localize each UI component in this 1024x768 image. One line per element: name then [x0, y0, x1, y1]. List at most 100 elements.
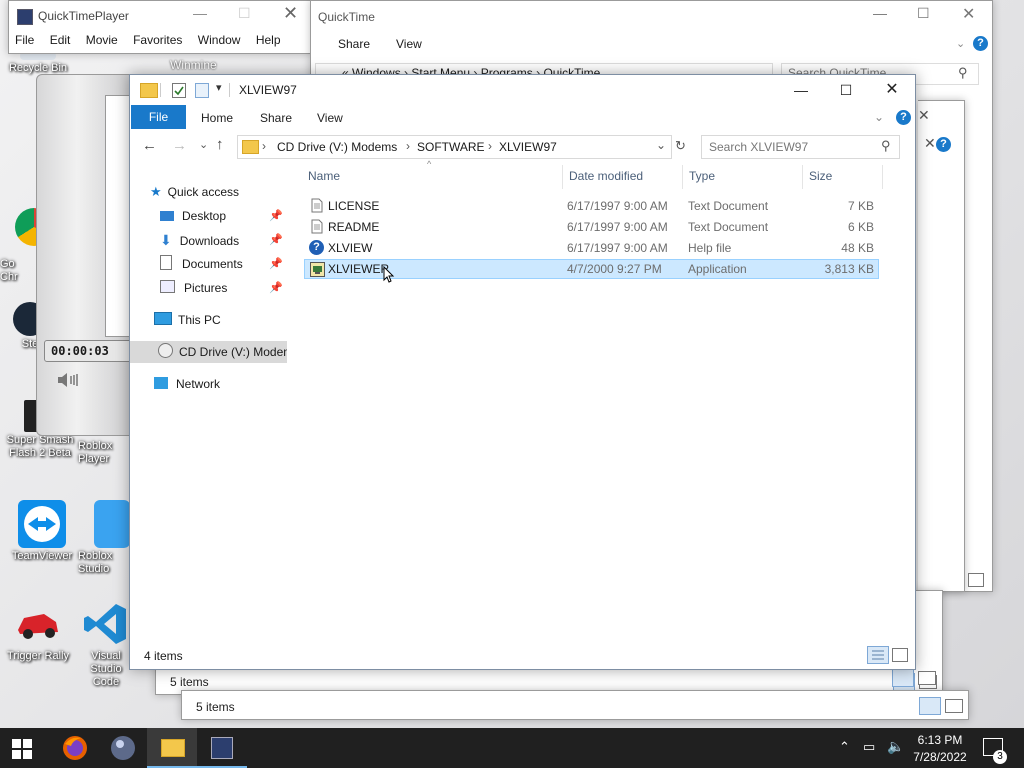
forward-arrow-icon[interactable]: →	[172, 137, 187, 154]
volume-icon[interactable]	[56, 372, 88, 388]
expand-ribbon-chevron-icon[interactable]: ⌄	[874, 110, 884, 124]
breadcrumb-xlview97[interactable]: XLVIEW97	[499, 140, 557, 154]
menu-favorites[interactable]: Favorites	[133, 33, 182, 47]
properties-icon[interactable]	[172, 83, 186, 98]
address-dropdown-chevron-icon[interactable]: ⌄	[656, 138, 666, 152]
minimize-button[interactable]: —	[193, 5, 207, 21]
file-size: 7 KB	[847, 199, 874, 213]
desktop-icon-vscode[interactable]: Visual Studio Code	[78, 600, 134, 689]
nav-label: Desktop	[182, 209, 227, 223]
menu-help[interactable]: Help	[256, 33, 281, 47]
column-header-date-modified[interactable]: Date modified	[569, 169, 643, 183]
desktop-icon-recycle-bin[interactable]: Recycle Bin	[0, 52, 76, 75]
menu-edit[interactable]: Edit	[50, 33, 71, 47]
volume-icon[interactable]: 🔈	[887, 738, 904, 755]
recent-locations-chevron-icon[interactable]: ⌄	[199, 138, 208, 151]
column-separator[interactable]	[682, 165, 683, 189]
clock-date[interactable]: 7/28/2022	[910, 750, 970, 764]
nav-item-pictures[interactable]: Pictures 📌	[160, 277, 287, 299]
large-icons-view-icon[interactable]	[968, 573, 984, 587]
desktop-icon-roblox-player[interactable]: Roblox Player	[78, 440, 130, 466]
large-icons-view-icon[interactable]	[892, 648, 908, 662]
menu-movie[interactable]: Movie	[86, 33, 118, 47]
details-view-icon[interactable]	[919, 697, 941, 715]
nav-item-cd-drive[interactable]: CD Drive (V:) Modems	[130, 341, 287, 363]
network-status-icon[interactable]: ▭	[863, 739, 875, 755]
media-player-icon[interactable]	[109, 734, 137, 762]
nav-item-documents[interactable]: Documents 📌	[160, 253, 287, 275]
column-header-size[interactable]: Size	[809, 169, 832, 183]
file-size: 48 KB	[841, 241, 874, 255]
address-bar[interactable]: › CD Drive (V:) Modems › SOFTWARE › XLVI…	[237, 135, 672, 159]
large-icons-view-icon[interactable]	[945, 699, 963, 713]
tab-home[interactable]: Home	[201, 111, 233, 125]
breadcrumb-cd-drive[interactable]: CD Drive (V:) Modems	[277, 140, 397, 154]
file-type: Text Document	[688, 199, 769, 213]
breadcrumb-software[interactable]: SOFTWARE	[417, 140, 485, 154]
tab-view[interactable]: View	[317, 111, 343, 125]
desktop-icon-teamviewer[interactable]: TeamViewer	[4, 500, 80, 563]
menu-window[interactable]: Window	[198, 33, 241, 47]
file-date: 4/7/2000 9:27 PM	[567, 262, 662, 276]
taskbar: ⌃ ▭ 🔈 6:13 PM 7/28/2022 3	[0, 728, 1024, 768]
maximize-button[interactable]: ☐	[823, 75, 869, 105]
quicktime-taskbar-button[interactable]	[197, 728, 247, 768]
file-size: 6 KB	[847, 220, 874, 234]
help-icon[interactable]: ?	[973, 36, 988, 51]
file-name: XLVIEWER	[328, 262, 390, 276]
close-button[interactable]: ✕	[924, 135, 936, 152]
close-button[interactable]: ✕	[869, 75, 915, 105]
details-view-icon[interactable]	[867, 646, 889, 664]
show-hidden-icons-chevron-icon[interactable]: ⌃	[839, 739, 850, 755]
file-explorer-taskbar-button[interactable]	[147, 728, 197, 768]
menu-file[interactable]: File	[15, 33, 34, 47]
status-item-count: 5 items	[170, 675, 209, 689]
up-arrow-icon[interactable]: ↑	[216, 136, 224, 153]
desktop-icon-roblox-studio[interactable]: Roblox Studio	[78, 500, 130, 576]
chevron-down-icon[interactable]: ⌄	[956, 37, 965, 50]
maximize-button[interactable]: ☐	[917, 5, 930, 22]
details-view-icon[interactable]	[892, 669, 914, 687]
cd-drive-icon	[158, 343, 173, 358]
search-box[interactable]: Search XLVIEW97 ⚲	[701, 135, 900, 159]
tab-view[interactable]: View	[396, 37, 422, 51]
column-separator[interactable]	[882, 165, 883, 189]
window-title: QuickTime	[318, 10, 375, 24]
large-icons-view-icon[interactable]	[918, 671, 936, 685]
file-row[interactable]: README 6/17/1997 9:00 AM Text Document 6…	[304, 217, 879, 237]
nav-item-quick-access[interactable]: ★ Quick access	[150, 181, 307, 203]
column-header-name[interactable]: Name	[308, 169, 340, 183]
minimize-button[interactable]: —	[778, 75, 824, 105]
close-button[interactable]: ✕	[918, 107, 930, 124]
nav-label: Network	[176, 377, 221, 391]
windows-start-icon[interactable]	[11, 738, 33, 760]
clock-time[interactable]: 6:13 PM	[914, 733, 966, 747]
tab-share[interactable]: Share	[260, 111, 292, 125]
nav-item-desktop[interactable]: Desktop 📌	[160, 205, 287, 227]
desktop-icon-trigger-rally[interactable]: Trigger Rally	[0, 600, 76, 663]
file-row[interactable]: LICENSE 6/17/1997 9:00 AM Text Document …	[304, 196, 879, 216]
firefox-icon[interactable]	[61, 734, 89, 762]
column-separator[interactable]	[802, 165, 803, 189]
close-button[interactable]: ✕	[283, 3, 298, 24]
minimize-button[interactable]: —	[873, 5, 887, 21]
new-folder-icon[interactable]	[195, 83, 209, 98]
help-icon[interactable]: ?	[936, 137, 951, 152]
close-button[interactable]: ✕	[962, 4, 975, 24]
column-header-type[interactable]: Type	[689, 169, 715, 183]
help-icon[interactable]: ?	[896, 110, 911, 125]
refresh-icon[interactable]: ↻	[675, 138, 686, 154]
file-row[interactable]: ? XLVIEW 6/17/1997 9:00 AM Help file 48 …	[304, 238, 879, 258]
text-document-icon	[309, 198, 324, 213]
nav-item-network[interactable]: Network	[154, 373, 311, 395]
customize-toolbar-icon[interactable]: ▾	[216, 81, 222, 94]
back-arrow-icon[interactable]: ←	[142, 137, 157, 154]
folder-icon	[242, 140, 259, 154]
tab-file[interactable]: File	[131, 105, 186, 129]
breadcrumb-separator: ›	[488, 139, 492, 153]
maximize-button[interactable]: ☐	[238, 5, 251, 22]
column-separator[interactable]	[562, 165, 563, 189]
nav-item-this-pc[interactable]: This PC	[154, 309, 311, 331]
nav-item-downloads[interactable]: ⬇ Downloads 📌	[160, 229, 287, 251]
tab-share[interactable]: Share	[338, 37, 370, 51]
